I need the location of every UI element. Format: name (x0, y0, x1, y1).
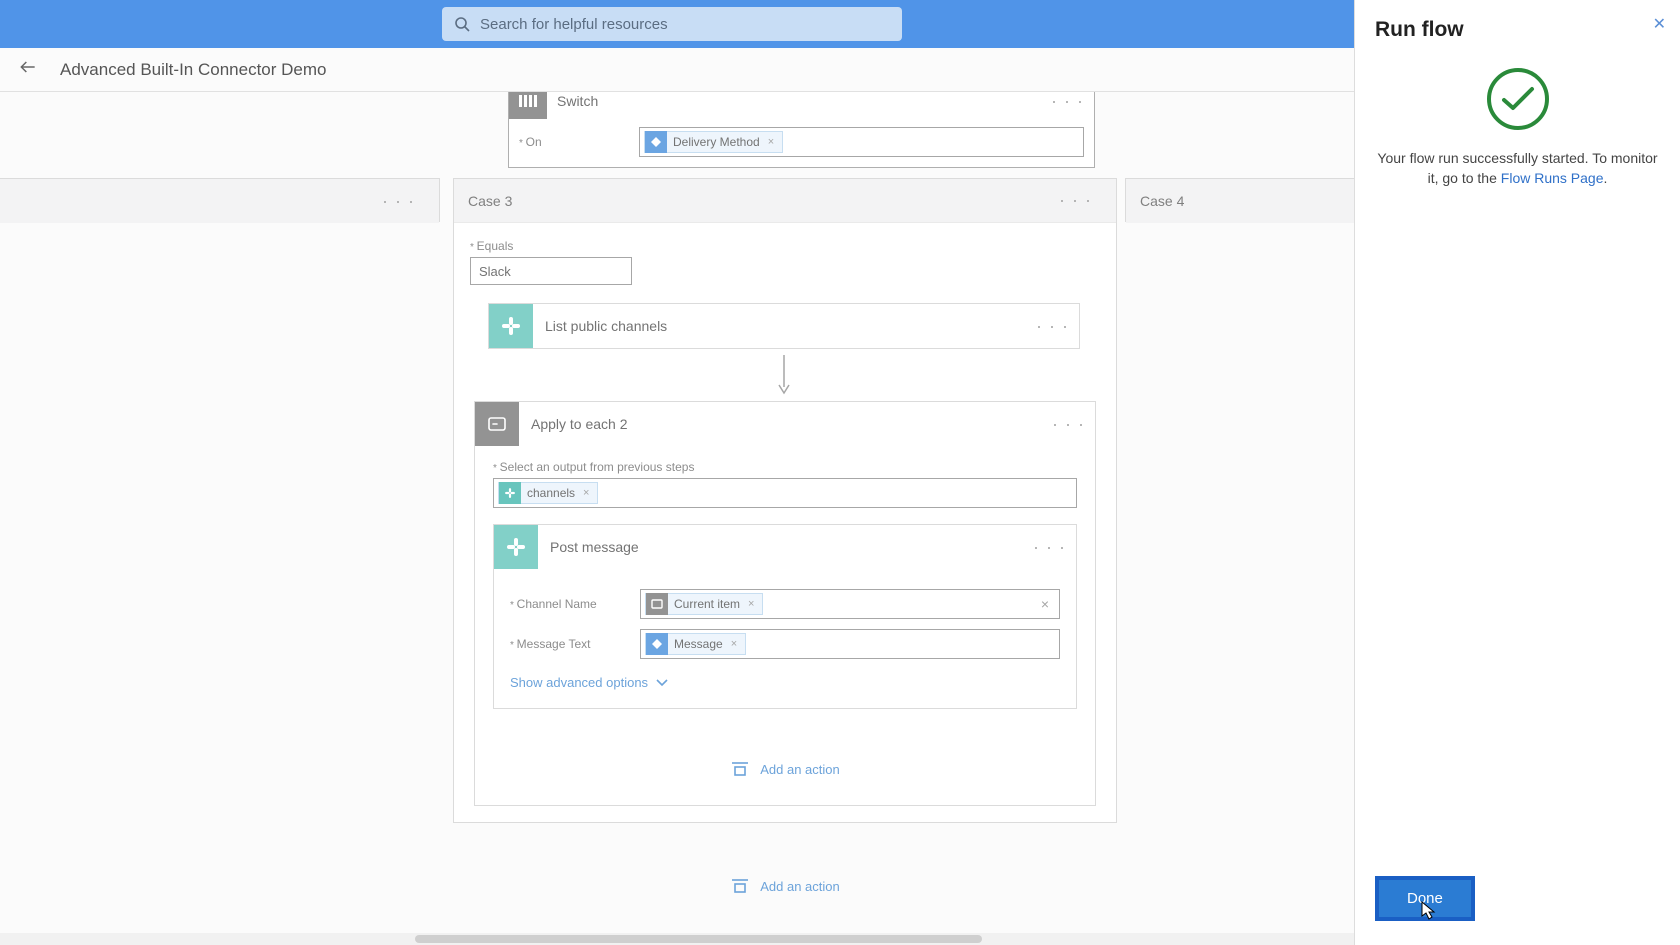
case-menu[interactable]: · · · (372, 191, 425, 212)
flow-runs-page-link[interactable]: Flow Runs Page (1501, 170, 1604, 186)
channel-name-field[interactable]: Current item × × (640, 589, 1060, 619)
apply-to-each-card[interactable]: Apply to each 2 · · · Select an output f… (474, 401, 1096, 806)
loop-icon (475, 402, 519, 446)
select-output-label: Select an output from previous steps (493, 460, 1077, 474)
back-button[interactable] (18, 57, 38, 82)
add-action-icon (730, 761, 750, 777)
token-remove[interactable]: × (746, 598, 756, 610)
mouse-cursor-icon (1421, 901, 1437, 921)
run-flow-panel: Run flow ✕ Your flow run successfully st… (1354, 0, 1680, 945)
list-channels-card[interactable]: List public channels · · · (488, 303, 1080, 349)
arrow-left-icon (18, 57, 38, 77)
slack-token-icon (499, 482, 521, 504)
channel-name-label: Channel Name (510, 597, 630, 611)
token-remove[interactable]: × (581, 487, 591, 499)
post-message-menu[interactable]: · · · (1023, 537, 1076, 558)
switch-on-label: On (519, 135, 627, 149)
chevron-down-icon (656, 679, 668, 687)
case-3[interactable]: Case 3 · · · Equals List public channels… (453, 178, 1117, 823)
token-remove[interactable]: × (766, 136, 776, 148)
slack-icon (489, 304, 533, 348)
list-channels-menu[interactable]: · · · (1026, 316, 1079, 337)
case-previous[interactable]: · · · (0, 178, 440, 222)
token-remove[interactable]: × (729, 638, 739, 650)
list-channels-title: List public channels (533, 318, 1026, 334)
close-panel-button[interactable]: ✕ (1653, 14, 1666, 34)
dynamic-content-icon (645, 131, 667, 153)
page-title: Advanced Built-In Connector Demo (60, 60, 326, 80)
horizontal-scrollbar[interactable] (0, 933, 1354, 945)
post-message-title: Post message (538, 539, 1023, 555)
post-message-card[interactable]: Post message · · · Channel Name (493, 524, 1077, 709)
switch-on-field[interactable]: Delivery Method × (639, 127, 1084, 157)
search-box[interactable] (442, 7, 902, 41)
connector-arrow (488, 355, 1080, 395)
add-action-icon (730, 878, 750, 894)
case-3-title: Case 3 (468, 193, 1049, 209)
message-text-label: Message Text (510, 637, 630, 651)
case-3-menu[interactable]: · · · (1049, 190, 1102, 211)
switch-menu[interactable]: · · · (1041, 92, 1094, 112)
token-channels[interactable]: channels × (498, 482, 598, 504)
select-output-field[interactable]: channels × (493, 478, 1077, 508)
dynamic-content-icon (646, 633, 668, 655)
search-input[interactable] (480, 16, 890, 33)
switch-title: Switch (547, 93, 1041, 109)
apply-each-title: Apply to each 2 (519, 416, 1042, 432)
add-action-inner[interactable]: Add an action (493, 761, 1077, 777)
loop-token-icon (646, 593, 668, 615)
equals-label: Equals (470, 239, 1100, 253)
token-delivery-method[interactable]: Delivery Method × (644, 131, 783, 153)
apply-each-menu[interactable]: · · · (1042, 414, 1095, 435)
add-action-outer[interactable]: Add an action (453, 878, 1117, 894)
done-button[interactable]: Done (1375, 876, 1475, 921)
run-flow-message: Your flow run successfully started. To m… (1375, 148, 1660, 189)
success-check-icon (1487, 68, 1549, 130)
switch-card[interactable]: Switch · · · On Delivery Method × (508, 92, 1095, 168)
run-flow-title: Run flow (1375, 18, 1660, 42)
token-current-item[interactable]: Current item × (645, 593, 763, 615)
token-message[interactable]: Message × (645, 633, 746, 655)
message-text-field[interactable]: Message × (640, 629, 1060, 659)
equals-input[interactable] (470, 257, 632, 285)
slack-icon (494, 525, 538, 569)
show-advanced-options[interactable]: Show advanced options (510, 675, 668, 690)
switch-icon (509, 92, 547, 119)
clear-field[interactable]: × (1035, 596, 1055, 612)
search-icon (454, 16, 470, 32)
